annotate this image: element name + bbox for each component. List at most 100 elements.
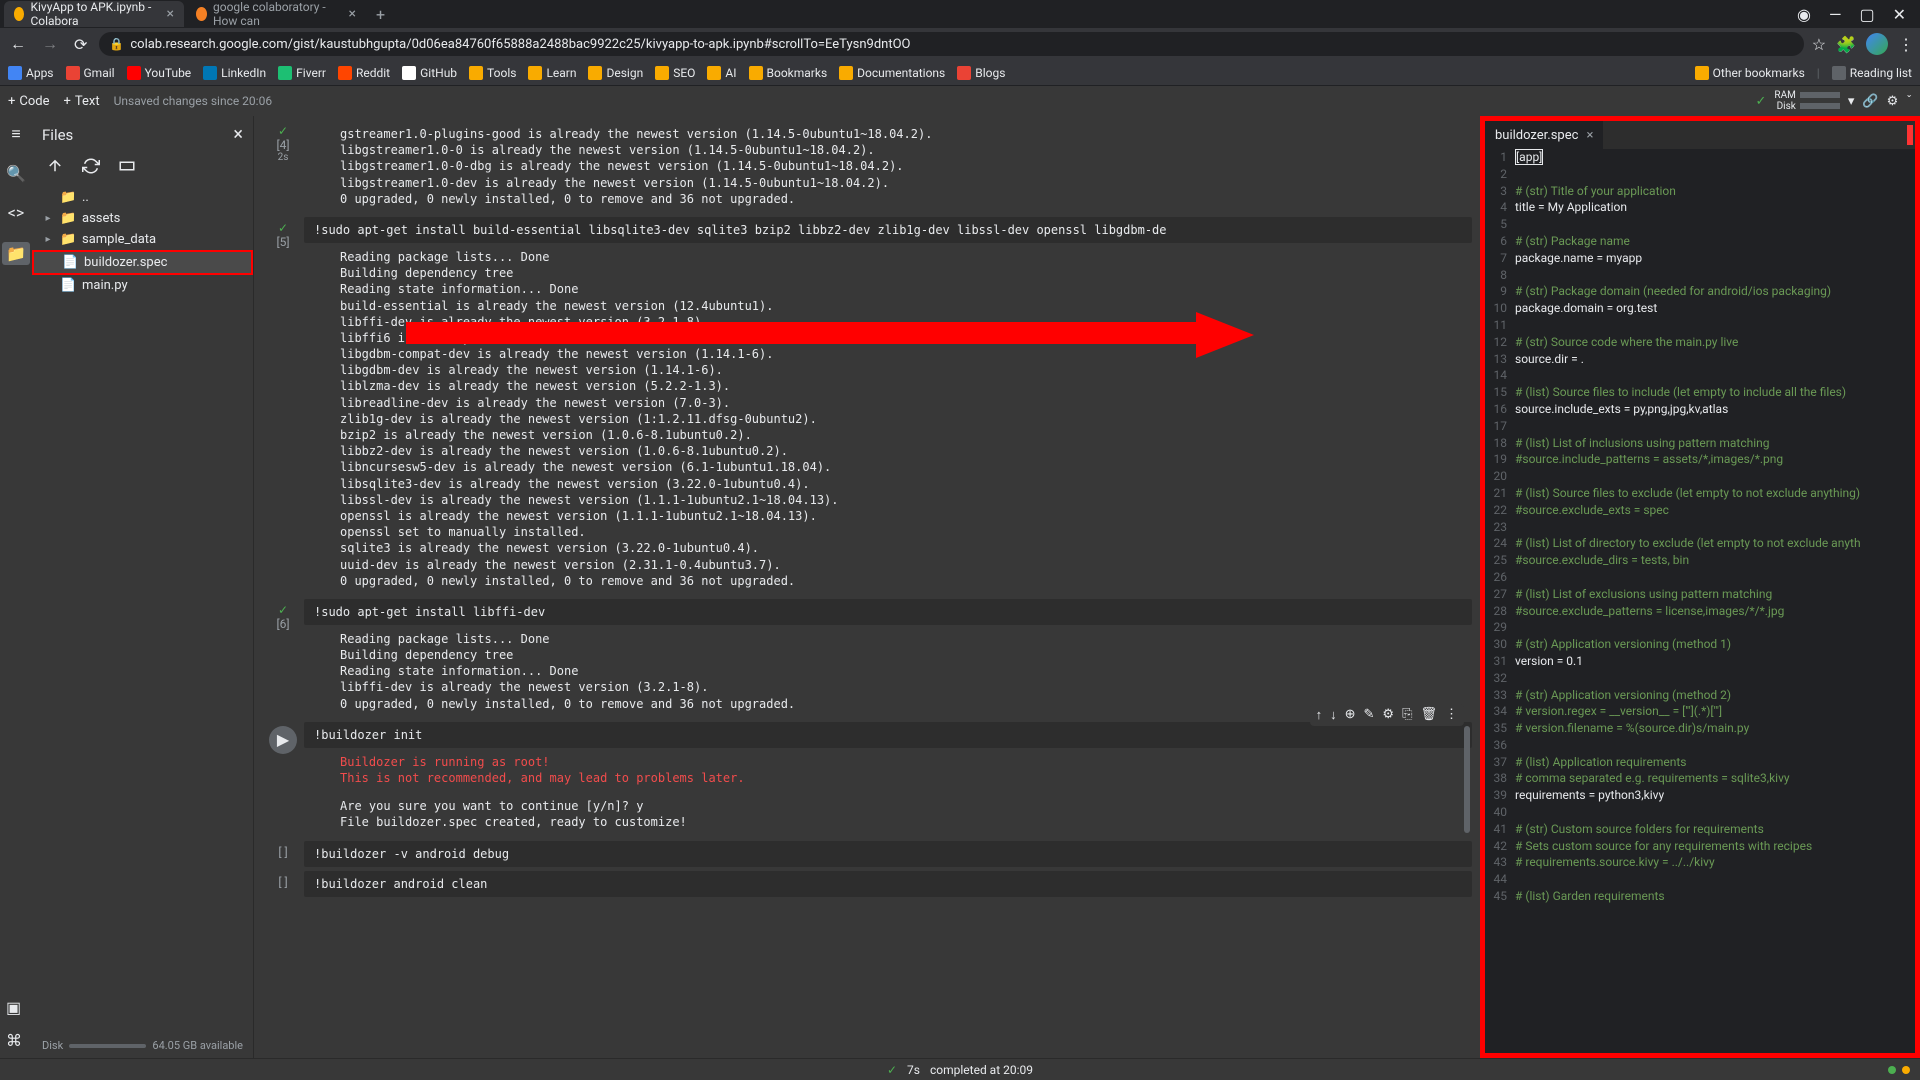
ai-bookmark[interactable]: AI [707,66,736,80]
cell-5[interactable]: [ ]!buildozer android clean [262,871,1472,897]
editor-line[interactable]: 42# Sets custom source for any requireme… [1485,838,1915,855]
command-icon[interactable]: ⌘ [6,1031,22,1050]
code-input[interactable]: !buildozer android clean [304,871,1472,897]
gear-icon[interactable]: ⚙ [1382,707,1394,723]
github-bookmark[interactable]: GitHub [402,66,457,80]
editor-line[interactable]: 27# (list) List of exclusions using patt… [1485,586,1915,603]
tree-item-main-py[interactable]: 📄main.py [32,275,253,296]
close-icon[interactable]: × [167,6,174,22]
menu-icon[interactable]: ≡ [11,124,20,144]
new-tab-button[interactable]: + [368,5,393,24]
tree-item-assets[interactable]: ▸📁assets [32,208,253,229]
scrollbar[interactable] [1464,726,1470,833]
editor-line[interactable]: 11 [1485,317,1915,334]
extensions-icon[interactable]: 🧩 [1836,35,1856,54]
editor-line[interactable]: 15# (list) Source files to include (let … [1485,384,1915,401]
editor-line[interactable]: 44 [1485,871,1915,888]
learn-bookmark[interactable]: Learn [528,66,576,80]
chevron-down-icon[interactable]: ▾ [1848,94,1855,109]
other-bookmarks[interactable]: Other bookmarks [1695,66,1805,80]
editor-line[interactable]: 19#source.include_patterns = assets/*,im… [1485,451,1915,468]
fiverr-bookmark[interactable]: Fiverr [278,66,326,80]
search-icon[interactable]: 🔍 [6,164,26,183]
editor-line[interactable]: 16source.include_exts = py,png,jpg,kv,at… [1485,401,1915,418]
comment-icon[interactable]: ✎ [1364,707,1375,723]
mirror-icon[interactable]: ⎘ [1402,707,1412,723]
link-icon[interactable]: 🔗 [1862,94,1878,109]
move-up-icon[interactable]: ↑ [1316,707,1323,723]
editor-line[interactable]: 1[app] [1485,149,1915,166]
editor-line[interactable]: 13source.dir = . [1485,351,1915,368]
editor-line[interactable]: 5 [1485,216,1915,233]
editor-line[interactable]: 23 [1485,519,1915,536]
resource-indicator[interactable]: RAM Disk [1774,90,1839,112]
browser-tab-inactive[interactable]: google colaboratory - How can × [186,1,366,27]
upload-icon[interactable] [46,157,64,175]
editor-line[interactable]: 36 [1485,737,1915,754]
editor-line[interactable]: 17 [1485,418,1915,435]
editor-line[interactable]: 2 [1485,166,1915,183]
editor-line[interactable]: 4title = My Application [1485,199,1915,216]
cell-1[interactable]: ✓[5]!sudo apt-get install build-essentia… [262,217,1472,595]
editor-line[interactable]: 28#source.exclude_patterns = license,ima… [1485,603,1915,620]
close-icon[interactable]: × [349,6,356,22]
gear-icon[interactable]: ⚙ [1887,94,1899,109]
notebook-area[interactable]: ✓[4]2sgstreamer1.0-plugins-good is alrea… [254,116,1480,1058]
editor-line[interactable]: 22#source.exclude_exts = spec [1485,502,1915,519]
tree-item-buildozer-spec[interactable]: 📄buildozer.spec [32,250,253,275]
tools-bookmark[interactable]: Tools [469,66,516,80]
tree-item-sample_data[interactable]: ▸📁sample_data [32,229,253,250]
folder-icon[interactable]: 📁 [2,242,30,265]
editor-line[interactable]: 26 [1485,569,1915,586]
tree-item---[interactable]: 📁.. [32,187,253,208]
forward-button[interactable]: → [38,30,62,58]
code-input[interactable]: !sudo apt-get install libffi-dev [304,599,1472,625]
editor-line[interactable]: 35# version.filename = %(source.dir)s/ma… [1485,720,1915,737]
editor-line[interactable]: 8 [1485,267,1915,284]
editor-line[interactable]: 39requirements = python3,kivy [1485,787,1915,804]
link-icon[interactable]: ⊕ [1345,707,1356,723]
terminal-icon[interactable]: ▣ [6,998,22,1017]
reddit-bookmark[interactable]: Reddit [338,66,390,80]
browser-tab-active[interactable]: KivyApp to APK.ipynb - Colabora × [4,1,184,27]
refresh-icon[interactable] [82,157,100,175]
docs-bookmark[interactable]: Documentations [839,66,945,80]
editor-line[interactable]: 6# (str) Package name [1485,233,1915,250]
code-input[interactable]: !sudo apt-get install build-essential li… [304,217,1472,243]
linkedin-bookmark[interactable]: LinkedIn [203,66,266,80]
editor-line[interactable]: 32 [1485,670,1915,687]
code-input[interactable]: !buildozer init [304,722,1472,748]
editor-content[interactable]: 1[app]23# (str) Title of your applicatio… [1485,149,1915,1053]
editor-line[interactable]: 45# (list) Garden requirements [1485,888,1915,905]
reload-button[interactable]: ⟳ [70,31,91,58]
editor-line[interactable]: 3# (str) Title of your application [1485,183,1915,200]
cell-0[interactable]: ✓[4]2sgstreamer1.0-plugins-good is alrea… [262,120,1472,213]
blogs-bookmark[interactable]: Blogs [957,66,1005,80]
editor-line[interactable]: 41# (str) Custom source folders for requ… [1485,821,1915,838]
minimize-icon[interactable]: — [1829,5,1842,24]
editor-line[interactable]: 43# requirements.source.kivy = ../../kiv… [1485,854,1915,871]
star-icon[interactable]: ☆ [1812,35,1826,54]
editor-line[interactable]: 33# (str) Application versioning (method… [1485,687,1915,704]
close-icon[interactable]: × [1586,128,1593,143]
editor-line[interactable]: 34# version.regex = __version__ = ['"](.… [1485,703,1915,720]
chevron-up-icon[interactable]: ˇ [1906,94,1912,109]
editor-line[interactable]: 9# (str) Package domain (needed for andr… [1485,283,1915,300]
editor-tab[interactable]: buildozer.spec × [1485,121,1603,149]
editor-line[interactable]: 30# (str) Application versioning (method… [1485,636,1915,653]
close-icon[interactable]: × [233,124,243,145]
url-input[interactable]: 🔒 colab.research.google.com/gist/kaustub… [99,32,1803,56]
seo-bookmark[interactable]: SEO [655,66,695,80]
editor-line[interactable]: 14 [1485,367,1915,384]
editor-line[interactable]: 12# (str) Source code where the main.py … [1485,334,1915,351]
more-icon[interactable]: ⋮ [1445,707,1458,723]
add-code-button[interactable]: +Code [8,94,50,109]
editor-line[interactable]: 10package.domain = org.test [1485,300,1915,317]
cell-3[interactable]: ↑ ↓ ⊕ ✎ ⚙ ⎘ 🗑 ⋮ ▶!buildozer initBuildoze… [262,722,1472,837]
editor-line[interactable]: 31version = 0.1 [1485,653,1915,670]
code-input[interactable]: !buildozer -v android debug [304,841,1472,867]
editor-line[interactable]: 20 [1485,468,1915,485]
reading-list[interactable]: Reading list [1832,66,1912,80]
design-bookmark[interactable]: Design [588,66,643,80]
editor-line[interactable]: 38# comma separated e.g. requirements = … [1485,770,1915,787]
